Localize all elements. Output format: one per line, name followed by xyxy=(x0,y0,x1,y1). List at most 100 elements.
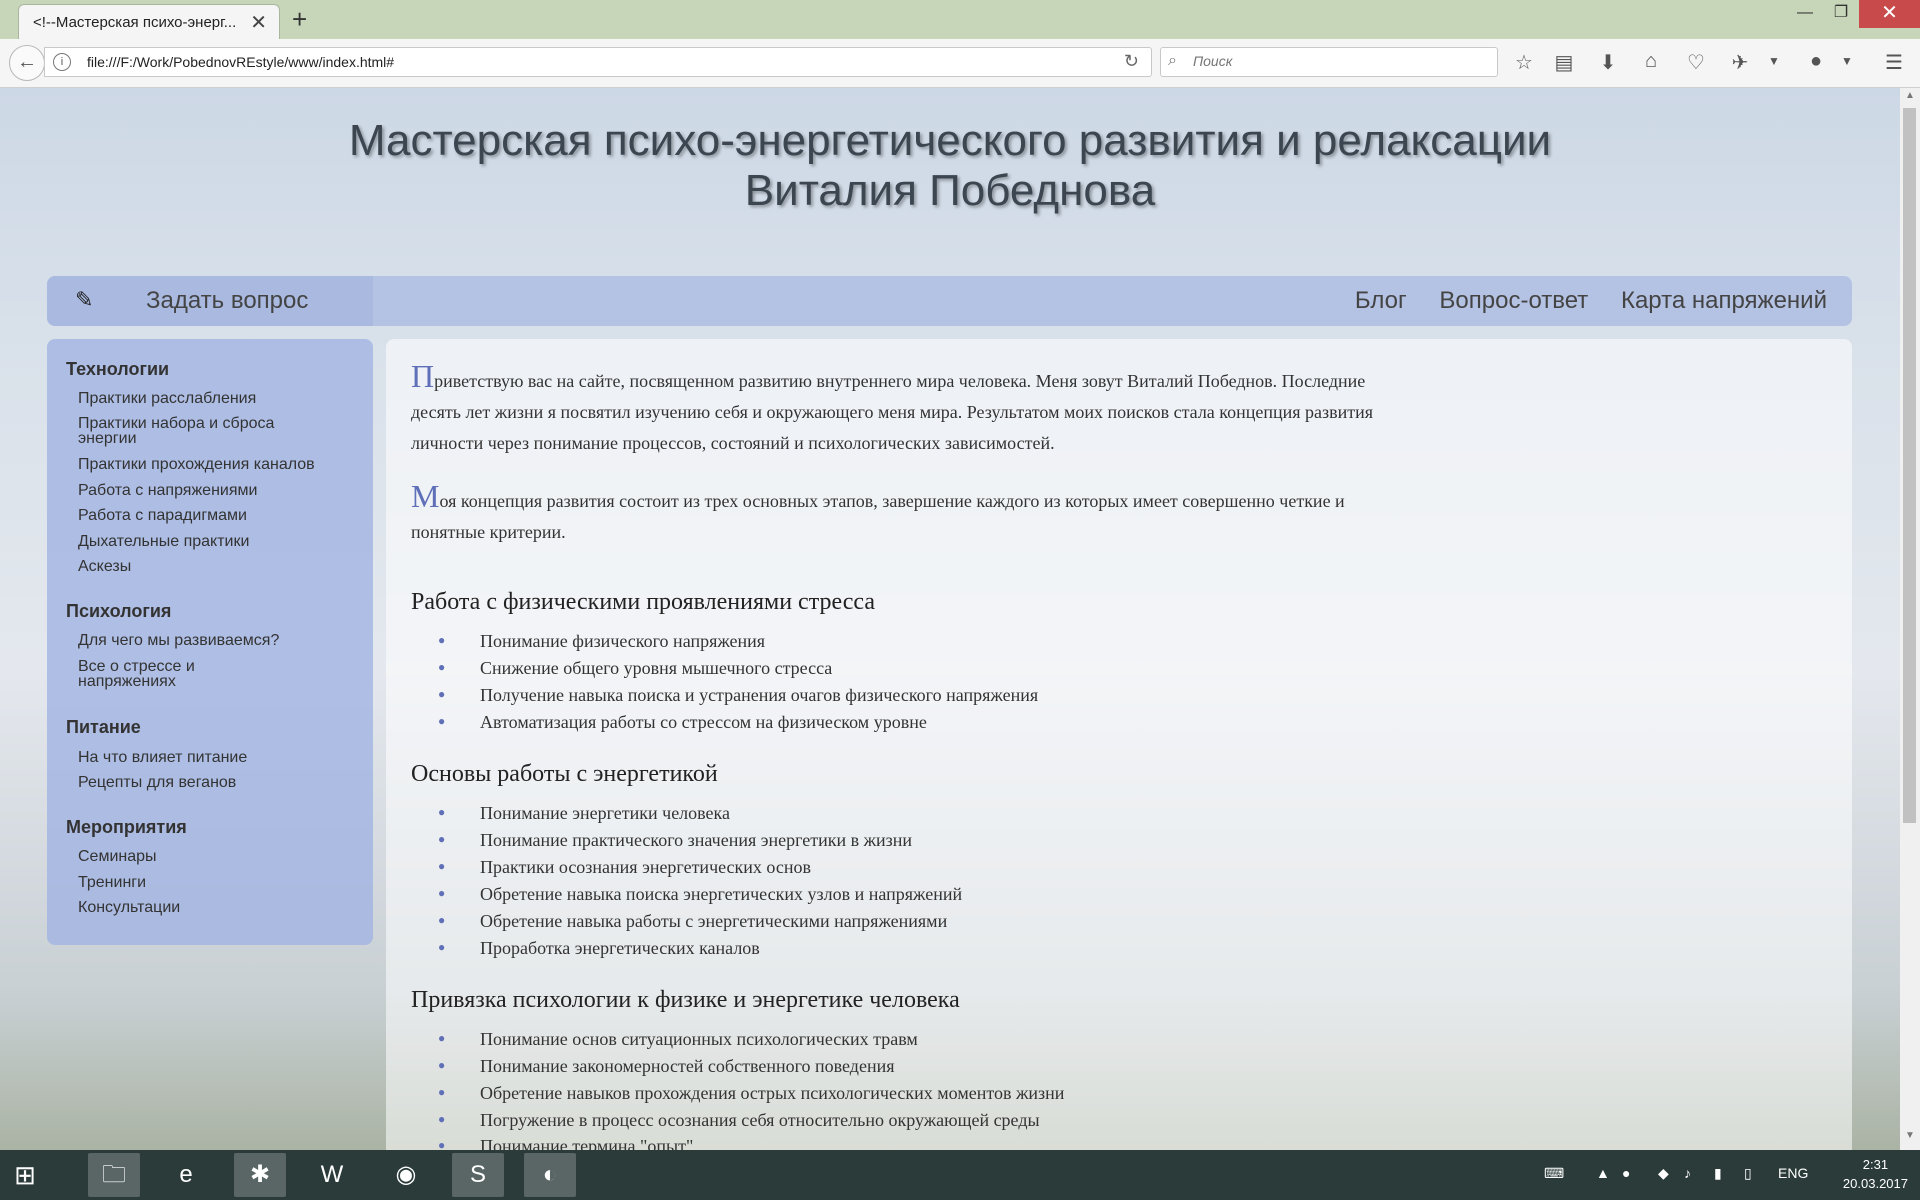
list-item: ● Обретение навыка поиска энергетических … xyxy=(438,884,963,904)
url-text[interactable]: file:///F:/Work/PobednovREstyle/www/inde… xyxy=(87,54,394,70)
main-content: Приветствую вас на сайте, посвященном ра… xyxy=(386,339,1852,1150)
list-item: ● Понимание закономерностей собственного … xyxy=(438,1056,895,1076)
scroll-down-arrow-icon[interactable]: ▼ xyxy=(1900,1130,1920,1148)
tab-title: <!--Мастерская психо-энерг... xyxy=(33,14,237,31)
sidebar-item[interactable]: Дыхательные практики xyxy=(78,534,328,550)
maximize-icon[interactable]: ❐ xyxy=(1826,0,1856,28)
windows-taskbar: ⊞ 🗀 e ✱ W ◉ S ◐ ⌨ ▲ ● ◆ ♪ ▮ ▯ ENG 2:31 2… xyxy=(0,1150,1920,1200)
home-icon[interactable]: ⌂ xyxy=(1638,50,1664,73)
tray-app-icon[interactable]: ● xyxy=(1622,1165,1630,1181)
info-icon[interactable]: i xyxy=(53,53,71,71)
volume-icon[interactable]: ♪ xyxy=(1684,1165,1691,1181)
clock-date: 20.03.2017 xyxy=(1842,1176,1908,1191)
clock-time: 2:31 xyxy=(1862,1157,1889,1172)
search-box[interactable]: ⌕ xyxy=(1160,47,1498,77)
section-heading: Работа с физическими проявлениями стресс… xyxy=(411,589,875,615)
list-item: ● Снижение общего уровня мышечного стресс… xyxy=(438,658,833,678)
close-tab-icon[interactable]: ✕ xyxy=(250,10,267,35)
list-item: ● Обретение навыка работы с энергетически… xyxy=(438,911,948,931)
extension-dropdown-icon[interactable]: ▼ xyxy=(1761,54,1787,68)
minimize-icon[interactable]: — xyxy=(1790,0,1820,28)
search-icon: ⌕ xyxy=(1168,52,1177,69)
sidebar: Технологии Практики расслабления Практик… xyxy=(47,339,373,945)
sidebar-item[interactable]: На что влияет питание xyxy=(78,750,328,766)
close-window-icon[interactable]: ✕ xyxy=(1859,0,1920,28)
sidebar-section-events: Мероприятия xyxy=(66,817,187,837)
pencil-icon: ✎ xyxy=(75,287,94,312)
chrome-icon[interactable]: ◉ xyxy=(380,1153,432,1197)
sublime-text-icon[interactable]: S xyxy=(452,1153,504,1197)
url-bar[interactable]: i file:///F:/Work/PobednovREstyle/www/in… xyxy=(44,47,1152,77)
section-heading: Привязка психологии к физике и энергетик… xyxy=(411,987,960,1013)
list-item: ● Понимание основ ситуационных психологич… xyxy=(438,1029,918,1049)
reload-icon[interactable]: ↻ xyxy=(1124,51,1139,72)
section-heading: Основы работы с энергетикой xyxy=(411,761,718,787)
keyboard-icon[interactable]: ⌨ xyxy=(1544,1165,1564,1182)
sidebar-section-technologies: Технологии xyxy=(66,359,170,379)
nav-link-blog[interactable]: Блог xyxy=(1355,287,1407,314)
site-title-line2: Виталия Победнова xyxy=(744,166,1156,215)
scrollbar-thumb[interactable] xyxy=(1903,108,1916,823)
internet-explorer-icon[interactable]: e xyxy=(160,1153,212,1197)
scroll-up-arrow-icon[interactable]: ▲ xyxy=(1900,90,1920,108)
search-input[interactable] xyxy=(1191,52,1485,70)
sidebar-item[interactable]: Практики набора и сброса энергии xyxy=(78,416,328,447)
top-navigation: ✎ Задать вопрос Блог Вопрос-ответ Карта … xyxy=(47,276,1852,326)
word-icon[interactable]: W xyxy=(306,1153,358,1197)
ask-question-button[interactable]: ✎ Задать вопрос xyxy=(47,276,373,326)
profile-icon[interactable]: ● xyxy=(1803,50,1829,73)
sidebar-item[interactable]: Аскезы xyxy=(78,559,328,575)
page-viewport: Мастерская психо-энергетического развити… xyxy=(0,88,1900,1150)
list-item: ● Понимание физического напряжения xyxy=(438,631,766,651)
concept-text: оя концепция развития состоит из трех ос… xyxy=(411,491,1345,542)
tray-expand-icon[interactable]: ▲ xyxy=(1596,1165,1610,1181)
bookmark-star-icon[interactable]: ☆ xyxy=(1511,50,1537,75)
paint-icon[interactable]: ✱ xyxy=(234,1153,286,1197)
sidebar-item[interactable]: Практики расслабления xyxy=(78,391,328,407)
sidebar-item[interactable]: Все о стрессе и напряжениях xyxy=(78,659,238,690)
sidebar-section-nutrition: Питание xyxy=(66,717,141,737)
list-item: ● Получение навыка поиска и устранения оч… xyxy=(438,685,1039,705)
intro-paragraph: Приветствую вас на сайте, посвященном ра… xyxy=(411,358,1411,459)
pocket-icon[interactable]: ♡ xyxy=(1683,50,1709,75)
sidebar-item[interactable]: Рецепты для веганов xyxy=(78,775,328,791)
reading-list-icon[interactable]: ▤ xyxy=(1551,50,1577,75)
sidebar-item[interactable]: Для чего мы развиваемся? xyxy=(78,633,328,649)
battery-icon[interactable]: ▯ xyxy=(1744,1165,1752,1182)
sidebar-item[interactable]: Консультации xyxy=(78,900,328,916)
dropcap: П xyxy=(411,358,435,394)
list-item: ● Погружение в процесс осознания себя отн… xyxy=(438,1110,1040,1130)
windows-start-icon[interactable]: ⊞ xyxy=(0,1150,50,1200)
extension-icon[interactable]: ✈ xyxy=(1727,50,1753,75)
nav-link-qa[interactable]: Вопрос-ответ xyxy=(1439,287,1588,314)
sidebar-item[interactable]: Работа с парадигмами xyxy=(78,508,328,524)
list-item: ● Проработка энергетических каналов xyxy=(438,938,760,958)
list-item: ● Понимание энергетики человека xyxy=(438,803,731,823)
sidebar-item[interactable]: Практики прохождения каналов xyxy=(78,457,328,473)
language-indicator[interactable]: ENG xyxy=(1778,1165,1808,1181)
list-item: ● Понимание практического значения энерге… xyxy=(438,830,913,850)
dropbox-icon[interactable]: ◆ xyxy=(1658,1165,1669,1182)
profile-dropdown-icon[interactable]: ▼ xyxy=(1834,54,1860,68)
taskbar-clock[interactable]: 2:31 20.03.2017 xyxy=(1843,1155,1908,1193)
firefox-icon[interactable]: ◐ xyxy=(524,1153,576,1197)
site-title-line1: Мастерская психо-энергетического развити… xyxy=(348,116,1552,165)
sidebar-item[interactable]: Тренинги xyxy=(78,875,328,891)
network-icon[interactable]: ▮ xyxy=(1714,1165,1722,1182)
back-arrow-icon[interactable]: ← xyxy=(9,45,45,81)
file-explorer-icon[interactable]: 🗀 xyxy=(88,1153,140,1197)
list-item: ● Практики осознания энергетических основ xyxy=(438,857,811,877)
sidebar-item[interactable]: Семинары xyxy=(78,849,328,865)
new-tab-icon[interactable]: + xyxy=(292,4,307,35)
browser-tab[interactable]: <!--Мастерская психо-энерг... ✕ xyxy=(18,4,280,39)
nav-links: Блог Вопрос-ответ Карта напряжений xyxy=(1329,287,1827,315)
browser-titlebar: <!--Мастерская психо-энерг... ✕ + — ❐ ✕ xyxy=(0,0,1920,39)
sidebar-item[interactable]: Работа с напряжениями xyxy=(78,483,328,499)
list-item: ● Обретение навыков прохождения острых пс… xyxy=(438,1083,1065,1103)
nav-link-tension-map[interactable]: Карта напряжений xyxy=(1621,287,1827,314)
list-item: ● Понимание термина "опыт" xyxy=(438,1136,694,1150)
menu-hamburger-icon[interactable]: ☰ xyxy=(1881,50,1907,75)
download-icon[interactable]: ⬇ xyxy=(1595,50,1621,75)
list-item: ● Автоматизация работы со стрессом на физ… xyxy=(438,712,927,732)
concept-paragraph: Моя концепция развития состоит из трех о… xyxy=(411,480,1411,548)
